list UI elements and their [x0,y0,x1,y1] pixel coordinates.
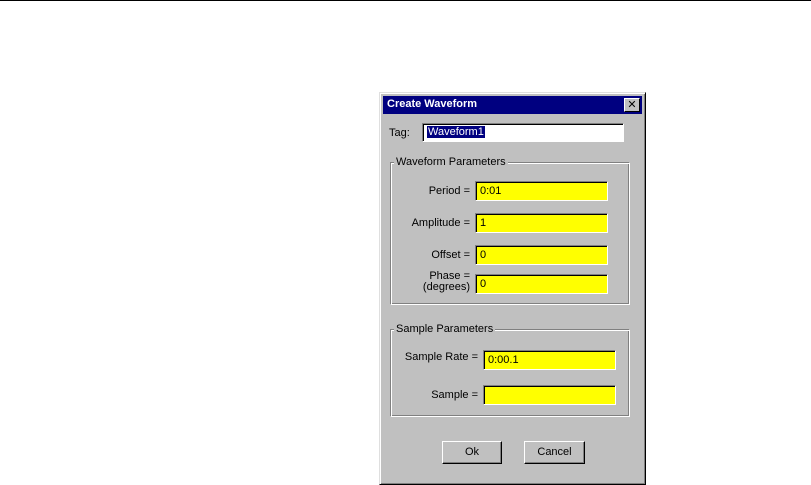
sample-input[interactable] [483,385,616,405]
title-bar[interactable]: Create Waveform ✕ [383,96,642,114]
phase-input[interactable]: 0 [475,274,608,294]
dialog-title: Create Waveform [387,98,478,110]
sample-parameters-legend: Sample Parameters [394,323,496,335]
tag-input[interactable]: Waveform1 [422,123,624,142]
sample-rate-input[interactable]: 0:00.1 [483,350,616,370]
ok-button[interactable]: Ok [442,441,502,464]
amplitude-input[interactable]: 1 [475,213,608,233]
offset-input[interactable]: 0 [475,245,608,265]
phase-units-label: (degrees) [422,281,470,293]
period-input[interactable]: 0:01 [475,181,608,201]
amplitude-label: Amplitude = [411,217,470,229]
create-waveform-dialog: Create Waveform ✕ Tag: Waveform1 Wavefor… [379,92,646,485]
sample-label: Sample = [431,389,478,401]
offset-label: Offset = [431,249,470,261]
waveform-parameters-legend: Waveform Parameters [394,156,508,168]
top-rule [0,0,811,1]
cancel-button[interactable]: Cancel [524,441,585,464]
sample-rate-label: Sample Rate = [404,351,478,363]
tag-input-value: Waveform1 [427,126,485,138]
period-label: Period = [428,185,470,197]
tag-label: Tag: [389,127,410,139]
close-icon[interactable]: ✕ [624,98,640,112]
